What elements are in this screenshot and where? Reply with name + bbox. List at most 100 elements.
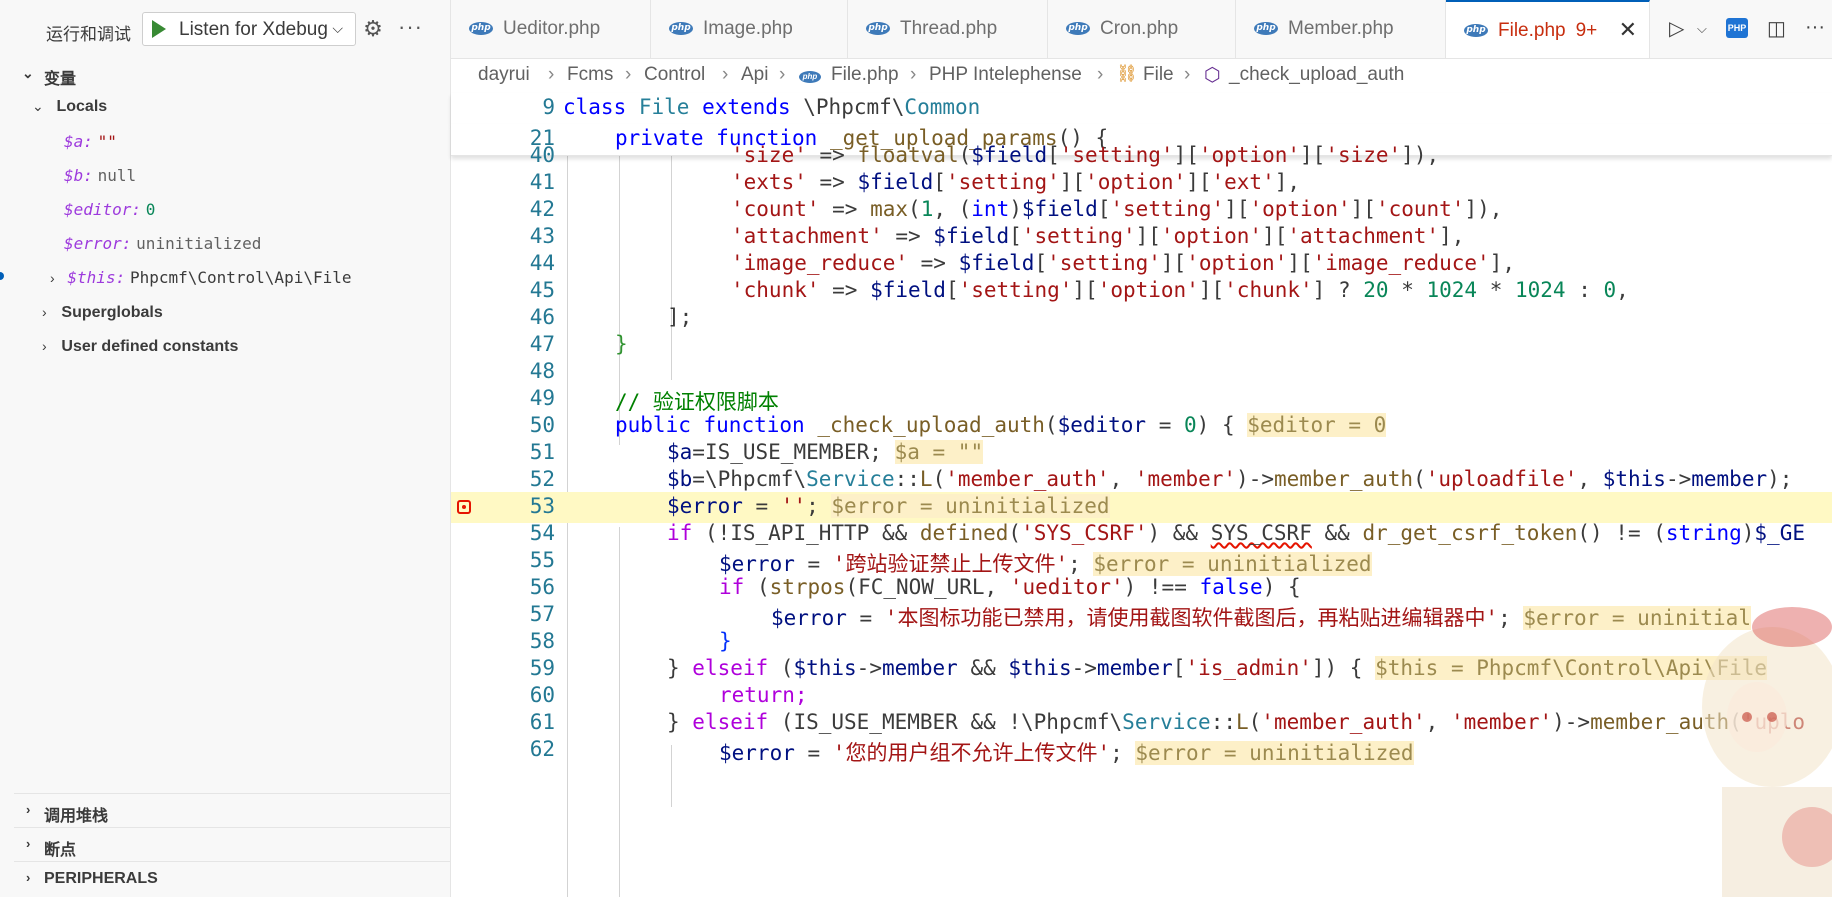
chevron-right-icon: › xyxy=(910,64,917,85)
superglobals-label: Superglobals xyxy=(61,304,163,321)
breadcrumb-item[interactable]: Fcms xyxy=(567,64,613,86)
breadcrumb-item[interactable]: PHP Intelephense xyxy=(929,64,1082,86)
ellipsis-icon[interactable]: ··· xyxy=(1805,16,1825,39)
line-number: 9 xyxy=(542,95,555,119)
line-number: 52 xyxy=(529,467,555,491)
inline-value: $error = uninitialized xyxy=(1135,741,1414,765)
code-text: $error = ''; $error = uninitialized xyxy=(667,494,1110,518)
tab-image[interactable]: php Image.php xyxy=(651,0,848,58)
tab-ueditor[interactable]: php Ueditor.php xyxy=(451,0,651,58)
code-text: 'chunk' => $field['setting']['option']['… xyxy=(731,278,1629,302)
php-file-icon: php xyxy=(866,22,890,35)
line-number: 41 xyxy=(529,170,555,194)
code-text: ]; xyxy=(667,305,693,329)
line-number: 55 xyxy=(529,548,555,572)
chevron-right-icon[interactable]: › xyxy=(50,270,55,286)
php-file-icon: php xyxy=(469,22,493,35)
tab-member[interactable]: php Member.php xyxy=(1236,0,1446,58)
split-editor-icon[interactable]: ◫ xyxy=(1767,16,1786,41)
locals-scope[interactable]: ⌄ Locals xyxy=(32,96,107,116)
breadcrumb-item[interactable]: Control xyxy=(644,64,705,86)
inline-value: $editor = 0 xyxy=(1247,413,1387,437)
chevron-down-icon[interactable]: ⌵ xyxy=(332,20,343,37)
variables-section-title: 变量 xyxy=(44,71,77,88)
breadcrumb-item[interactable]: Api xyxy=(741,64,768,86)
variable-value: uninitialized xyxy=(136,234,262,253)
code-text: } elseif ($this->member && $this->member… xyxy=(667,656,1768,680)
editor-tab-bar: php Ueditor.php php Image.php php Thread… xyxy=(451,0,1832,59)
inline-value: $error = uninitialized xyxy=(831,494,1110,518)
line-number: 45 xyxy=(529,278,555,302)
debug-config-select[interactable]: Listen for Xdebug ⌵ xyxy=(142,12,356,46)
debug-config-label: Listen for Xdebug xyxy=(179,19,328,40)
line-number: 58 xyxy=(529,629,555,653)
tab-file-active[interactable]: php File.php 9+ ✕ xyxy=(1446,0,1650,58)
gear-icon[interactable]: ⚙ xyxy=(360,16,386,42)
code-line[interactable]: 62 $error = '您的用户组不允许上传文件'; $error = uni… xyxy=(451,735,1832,766)
sidebar-header: 运行和调试 Listen for Xdebug ⌵ ⚙ ··· xyxy=(14,0,450,58)
code-text: } xyxy=(719,629,732,653)
line-number: 61 xyxy=(529,710,555,734)
line-number: 40 xyxy=(529,143,555,167)
callstack-title: 调用堆栈 xyxy=(44,808,109,825)
code-text: 'count' => max(1, (int)$field['setting']… xyxy=(731,197,1503,221)
tab-label: Cron.php xyxy=(1100,18,1179,39)
chevron-right-icon: › xyxy=(779,64,786,85)
variable-row[interactable]: $editor: 0 xyxy=(64,200,155,220)
start-debugging-icon[interactable] xyxy=(152,20,166,38)
tab-cron[interactable]: php Cron.php xyxy=(1048,0,1236,58)
code-text: 'image_reduce' => $field['setting']['opt… xyxy=(731,251,1515,275)
variable-row[interactable]: $a: "" xyxy=(64,132,117,152)
code-text: $b=\Phpcmf\Service::L('member_auth', 'me… xyxy=(667,467,1793,491)
variable-name: $b: xyxy=(64,166,93,185)
user-constants-label: User defined constants xyxy=(61,338,239,355)
breakpoints-section-header[interactable]: › 断点 xyxy=(14,827,450,862)
code-text: if (strpos(FC_NOW_URL, 'ueditor') !== fa… xyxy=(719,575,1301,599)
php-file-icon: php xyxy=(669,22,693,35)
variable-name: $this: xyxy=(67,268,126,287)
callstack-section-header[interactable]: › 调用堆栈 xyxy=(14,793,450,828)
variable-value: null xyxy=(97,166,137,185)
php-file-icon: php xyxy=(1066,22,1090,35)
user-constants-scope[interactable]: › User defined constants xyxy=(42,336,238,356)
peripherals-section-header[interactable]: › PERIPHERALS xyxy=(14,861,450,896)
line-number: 42 xyxy=(529,197,555,221)
code-text: $a=IS_USE_MEMBER; $a = "" xyxy=(667,440,984,464)
code-editor[interactable]: 9 class File extends \Phpcmf\Common 21 p… xyxy=(451,93,1832,897)
superglobals-scope[interactable]: › Superglobals xyxy=(42,302,163,322)
code-text: 'attachment' => $field['setting']['optio… xyxy=(731,224,1465,248)
tab-label: Ueditor.php xyxy=(503,18,601,39)
variable-row[interactable]: $error: uninitialized xyxy=(64,234,261,254)
chevron-down-icon[interactable]: ⌵ xyxy=(1697,21,1707,37)
sticky-scroll-line[interactable]: 9 class File extends \Phpcmf\Common xyxy=(451,93,1832,124)
line-number: 49 xyxy=(529,386,555,410)
line-number: 51 xyxy=(529,440,555,464)
breadcrumb-item[interactable]: _check_upload_auth xyxy=(1229,64,1404,86)
line-number: 57 xyxy=(529,602,555,626)
line-number: 54 xyxy=(529,521,555,545)
code-text: if (!IS_API_HTTP && defined('SYS_CSRF') … xyxy=(667,521,1805,545)
close-icon[interactable]: ✕ xyxy=(1619,17,1637,43)
breadcrumb-item[interactable]: dayrui xyxy=(478,64,530,86)
breadcrumb-item[interactable]: File xyxy=(1143,64,1174,86)
line-number: 53 xyxy=(529,494,555,518)
code-text: $error = '您的用户组不允许上传文件'; $error = uninit… xyxy=(719,741,1414,765)
tab-label: Member.php xyxy=(1288,18,1394,39)
breadcrumb: dayrui › Fcms › Control › Api › php File… xyxy=(451,59,1832,93)
chevron-right-icon: › xyxy=(1097,64,1104,85)
line-number: 43 xyxy=(529,224,555,248)
ellipsis-icon[interactable]: ··· xyxy=(398,14,423,40)
variables-section-header[interactable]: ⌄ 变量 xyxy=(14,62,450,90)
tab-thread[interactable]: php Thread.php xyxy=(848,0,1048,58)
breakpoints-title: 断点 xyxy=(44,842,77,859)
code-text: return; xyxy=(719,683,808,707)
php-file-icon: php xyxy=(1254,22,1278,35)
method-symbol-icon: ⬡ xyxy=(1204,65,1221,86)
breadcrumb-item[interactable]: File.php xyxy=(831,64,899,86)
run-and-debug-sidebar: 运行和调试 Listen for Xdebug ⌵ ⚙ ··· ⌄ 变量 ⌄ L… xyxy=(14,0,451,897)
run-icon[interactable]: ▷ xyxy=(1669,16,1684,41)
variable-row[interactable]: › $this: Phpcmf\Control\Api\File xyxy=(50,268,352,288)
variable-row[interactable]: $b: null xyxy=(64,166,136,186)
php-debug-icon[interactable]: PHP xyxy=(1726,18,1748,38)
sidebar-title: 运行和调试 xyxy=(46,25,131,44)
